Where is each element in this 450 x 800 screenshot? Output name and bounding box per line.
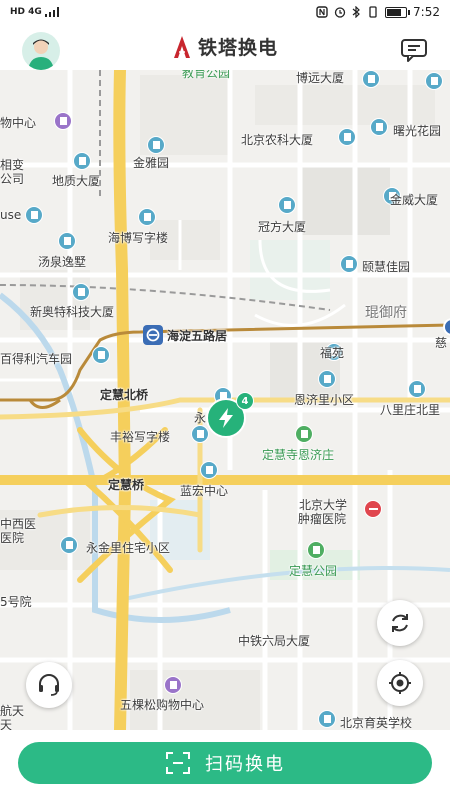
- map-label: 永金里住宅小区: [86, 541, 171, 555]
- signal-icon: [44, 7, 59, 17]
- poi-marker[interactable]: [58, 232, 76, 250]
- map-label: 冠方大厦: [258, 220, 307, 234]
- map-label: 丰裕写字楼: [110, 430, 171, 444]
- map-label: 金威大厦: [390, 193, 439, 207]
- map-label: 教育公园: [182, 70, 231, 80]
- map-label: 北京农科大厦: [241, 133, 314, 147]
- poi-marker[interactable]: [25, 206, 43, 224]
- map-label: 北京育英学校: [340, 716, 413, 730]
- map-label: 公司: [0, 172, 25, 186]
- message-icon[interactable]: [400, 38, 428, 62]
- map-label: 中铁六局大厦: [238, 634, 311, 648]
- poi-marker[interactable]: [60, 536, 78, 554]
- poi-marker[interactable]: [362, 70, 380, 88]
- poi-marker[interactable]: [295, 425, 313, 443]
- poi-marker[interactable]: [164, 676, 182, 694]
- app-header: 铁塔换电: [0, 24, 450, 71]
- map-label: 海博写字楼: [108, 231, 169, 245]
- map-label: 海淀五路居: [167, 329, 228, 343]
- system-status: 7:52: [316, 5, 450, 19]
- map-view[interactable]: 教育公园 博远大厦 物中心 曙光花园 北京农科大厦 相变 公司 金雅园 地质大厦 金威大厦 use 冠…: [0, 70, 450, 730]
- refresh-button[interactable]: [377, 600, 423, 646]
- refresh-icon: [392, 614, 408, 632]
- poi-marker[interactable]: [138, 208, 156, 226]
- map-label: 蓝宏中心: [180, 484, 229, 498]
- vibrate-icon: [369, 6, 377, 18]
- metro-icon[interactable]: [143, 325, 163, 345]
- customer-service-button[interactable]: [26, 662, 72, 708]
- poi-marker[interactable]: [147, 136, 165, 154]
- bottom-bar: 扫码换电: [0, 730, 450, 800]
- scan-icon: [166, 752, 190, 774]
- map-label: 琨御府: [365, 305, 407, 321]
- poi-marker[interactable]: [73, 152, 91, 170]
- alarm-icon: [334, 7, 346, 18]
- map-label: 八里庄北里: [380, 403, 441, 417]
- network-status: HD 4G: [0, 7, 59, 17]
- headset-icon: [39, 674, 59, 696]
- map-label: 五棵松购物中心: [120, 698, 205, 712]
- poi-marker[interactable]: [318, 370, 336, 388]
- poi-marker[interactable]: [307, 541, 325, 559]
- map-label: 天: [0, 718, 13, 730]
- map-label: 定慧桥: [108, 478, 145, 492]
- map-label: 恩济里小区: [294, 393, 355, 407]
- map-label: 肿瘤医院: [298, 512, 347, 526]
- poi-marker[interactable]: [425, 72, 443, 90]
- map-label: 博远大厦: [296, 71, 345, 85]
- status-bar: HD 4G 7:52: [0, 0, 450, 24]
- tower-logo-icon: [173, 35, 190, 58]
- poi-marker[interactable]: [408, 380, 426, 398]
- clock: 7:52: [413, 5, 440, 19]
- map-label: 物中心: [0, 116, 37, 130]
- map-label: 定慧寺恩济庄: [262, 448, 335, 462]
- bluetooth-icon: [352, 6, 360, 18]
- poi-marker[interactable]: [278, 196, 296, 214]
- map-label: 汤泉逸墅: [38, 255, 87, 269]
- map-label: 医院: [0, 531, 25, 545]
- locate-button[interactable]: [377, 660, 423, 706]
- map-label: 百得利汽车园: [0, 352, 73, 366]
- map-label: 地质大厦: [52, 174, 101, 188]
- poi-marker[interactable]: [54, 112, 72, 130]
- locate-icon: [389, 672, 411, 694]
- scan-swap-label: 扫码换电: [205, 754, 285, 775]
- poi-marker[interactable]: [318, 710, 336, 728]
- station-count-badge: 4: [236, 392, 254, 410]
- poi-marker[interactable]: [340, 255, 358, 273]
- map-label: 福苑: [320, 346, 345, 360]
- poi-marker[interactable]: [364, 500, 382, 518]
- nfc-icon: [316, 6, 328, 18]
- map-label: 永: [194, 411, 207, 425]
- poi-marker[interactable]: [200, 461, 218, 479]
- map-label: 定慧公园: [289, 564, 338, 578]
- network-label: HD 4G: [10, 7, 42, 17]
- charge-station-marker[interactable]: 4: [206, 392, 254, 440]
- map-label: 慈: [435, 336, 448, 350]
- poi-marker[interactable]: [370, 118, 388, 136]
- map-label: 颐慧佳园: [362, 260, 411, 274]
- app-title: 铁塔换电: [0, 33, 450, 60]
- battery-icon: [385, 6, 411, 18]
- map-label: use: [0, 208, 22, 222]
- map-label: 5号院: [0, 595, 32, 609]
- map-label: 金雅园: [133, 156, 170, 170]
- map-label: 曙光花园: [393, 124, 442, 138]
- scan-swap-button[interactable]: 扫码换电: [18, 742, 432, 784]
- poi-marker[interactable]: [72, 283, 90, 301]
- map-label: 新奥特科技大厦: [30, 305, 115, 319]
- app-title-text: 铁塔换电: [197, 37, 278, 59]
- map-label: 定慧北桥: [100, 388, 149, 402]
- poi-marker[interactable]: [338, 128, 356, 146]
- poi-marker[interactable]: [92, 346, 110, 364]
